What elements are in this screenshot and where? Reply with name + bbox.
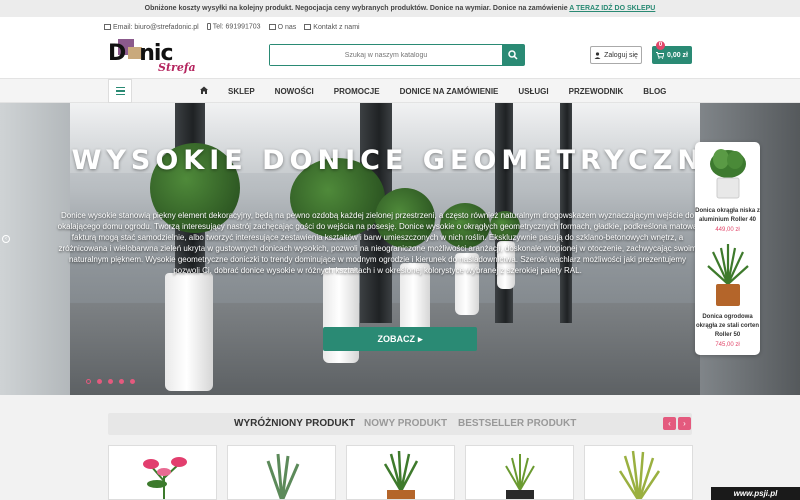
side-product-name: Donica ogrodowa okrągła ze stali corten … xyxy=(695,314,760,338)
hamburger-menu-icon[interactable] xyxy=(108,79,132,103)
hero-dot[interactable] xyxy=(86,379,91,384)
side-product-name: Donica okrągła niska z aluminium Roller … xyxy=(695,208,760,223)
nav-item-uslugi[interactable]: USŁUGI xyxy=(508,87,558,96)
product-image xyxy=(709,149,746,199)
tab-featured[interactable]: WYRÓŻNIONY PRODUKT xyxy=(234,418,355,429)
product-image xyxy=(266,453,300,499)
hero-dot[interactable] xyxy=(119,379,124,384)
email-link[interactable]: Email: biuro@strefadonic.pl xyxy=(104,24,199,31)
product-card[interactable] xyxy=(584,445,693,500)
side-product-price: 449,00 zł xyxy=(715,227,740,233)
cart-button[interactable]: 0 0,00 zł xyxy=(652,41,692,64)
side-product-card[interactable]: Donica okrągła niska z aluminium Roller … xyxy=(695,144,760,233)
hero-dot[interactable] xyxy=(97,379,102,384)
contact-bar: Email: biuro@strefadonic.pl Tel: 6919917… xyxy=(104,20,360,34)
nav-item-przewodnik[interactable]: PRZEWODNIK xyxy=(559,87,634,96)
logo-tagline: Strefa xyxy=(158,61,196,74)
main-nav: SKLEP NOWOŚCI PROMOCJE DONICE NA ZAMÓWIE… xyxy=(0,78,800,103)
search-button[interactable] xyxy=(502,45,524,65)
featured-products-section: WYRÓŻNIONY PRODUKT NOWY PRODUKT BESTSELL… xyxy=(0,395,800,500)
product-card[interactable] xyxy=(465,445,574,500)
side-product-price: 745,00 zł xyxy=(715,342,740,348)
nav-item-promocje[interactable]: PROMOCJE xyxy=(324,87,390,96)
phone-icon xyxy=(206,23,211,31)
hero-dot[interactable] xyxy=(108,379,113,384)
promo-bar: Obniżone koszty wysyłki na kolejny produ… xyxy=(0,0,800,17)
tab-new[interactable]: NOWY PRODUKT xyxy=(364,418,447,429)
site-logo[interactable]: Dnic Strefa xyxy=(108,37,198,75)
product-image xyxy=(618,450,661,499)
hero-description: Donice wysokie stanowią piękny element d… xyxy=(57,211,698,275)
promo-link[interactable]: A TERAZ IDŹ DO SKLEPU xyxy=(569,5,655,12)
carousel-next-button[interactable]: › xyxy=(678,417,691,430)
hero-dot[interactable] xyxy=(130,379,135,384)
product-carousel xyxy=(108,445,693,500)
planter-tall xyxy=(165,273,213,391)
search-bar xyxy=(269,44,525,66)
contact-link[interactable]: Kontakt z nami xyxy=(304,23,360,31)
login-button[interactable]: Zaloguj się xyxy=(590,46,642,64)
home-icon xyxy=(200,86,208,94)
search-icon xyxy=(508,50,518,60)
tab-bestseller[interactable]: BESTSELLER PRODUKT xyxy=(458,418,576,429)
product-image xyxy=(505,454,535,499)
hero-prev-arrow[interactable]: ‹ xyxy=(2,235,10,243)
search-input[interactable] xyxy=(270,45,502,65)
hero-cta-button[interactable]: ZOBACZ ▸ xyxy=(323,327,477,351)
product-card[interactable] xyxy=(346,445,455,500)
cart-count-badge: 0 xyxy=(656,41,665,50)
side-product-card[interactable]: Donica ogrodowa okrągła ze stali corten … xyxy=(695,244,760,348)
nav-home[interactable] xyxy=(190,86,218,96)
product-card[interactable] xyxy=(227,445,336,500)
phone-link[interactable]: Tel: 691991703 xyxy=(206,23,261,31)
hero-title: WYSOKIE DONICE GEOMETRYCZNE xyxy=(71,145,729,176)
mail-icon xyxy=(104,23,111,30)
envelope-icon xyxy=(304,23,312,30)
product-image xyxy=(383,450,419,499)
hero-pagination xyxy=(86,379,135,384)
product-tabs: WYRÓŻNIONY PRODUKT NOWY PRODUKT BESTSELL… xyxy=(108,413,692,435)
user-icon xyxy=(594,51,601,59)
id-card-icon xyxy=(268,23,276,30)
cart-total: 0,00 zł xyxy=(666,51,688,59)
caret-right-icon: ▸ xyxy=(417,333,423,344)
product-image xyxy=(143,457,187,499)
product-image xyxy=(706,244,749,306)
side-products-panel: Donica okrągła niska z aluminium Roller … xyxy=(695,142,760,355)
nav-item-nowosci[interactable]: NOWOŚCI xyxy=(265,87,324,96)
nav-item-blog[interactable]: BLOG xyxy=(633,87,676,96)
watermark: www.psji.pl xyxy=(711,487,800,500)
about-link[interactable]: O nas xyxy=(268,23,296,31)
nav-item-donice-na-zamowienie[interactable]: DONICE NA ZAMÓWIENIE xyxy=(390,87,509,96)
promo-text: Obniżone koszty wysyłki na kolejny produ… xyxy=(144,5,568,12)
hero-slider: WYSOKIE DONICE GEOMETRYCZNE Donice wysok… xyxy=(0,103,800,395)
nav-item-sklep[interactable]: SKLEP xyxy=(218,87,265,96)
carousel-prev-button[interactable]: ‹ xyxy=(663,417,676,430)
product-card[interactable] xyxy=(108,445,217,500)
cart-icon xyxy=(655,51,664,59)
